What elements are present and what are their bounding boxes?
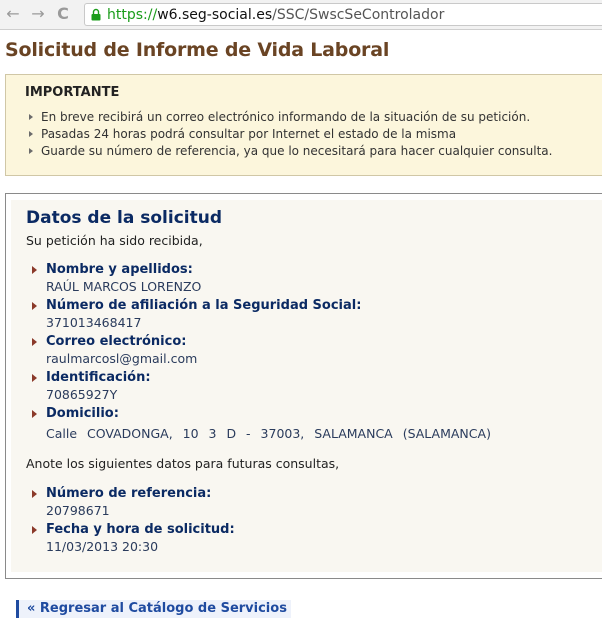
back-arrow-icon[interactable]: ←	[5, 6, 21, 22]
field-social-security-number: Número de afiliación a la Seguridad Soci…	[32, 298, 361, 331]
field-request-datetime: Fecha y hora de solicitud: 11/03/2013 20…	[32, 522, 235, 555]
field-name: Nombre y apellidos: RAÚL MARCOS LORENZO	[32, 262, 201, 295]
notice-item-text: Pasadas 24 horas podrá consultar por Int…	[41, 127, 457, 141]
bullet-icon	[29, 148, 33, 154]
arrow-bullet-icon	[32, 266, 37, 274]
bullet-icon	[29, 131, 33, 137]
field-label: Número de referencia:	[32, 486, 211, 502]
field-label: Correo electrónico:	[32, 334, 197, 350]
field-email: Correo electrónico: raulmarcosl@gmail.co…	[32, 334, 197, 367]
field-label-text: Identificación:	[46, 370, 151, 385]
field-value: 20798671	[46, 503, 110, 518]
request-note: Anote los siguientes datos para futuras …	[26, 456, 340, 471]
field-reference-number: Número de referencia: 20798671	[32, 486, 211, 519]
field-label: Domicilio:	[32, 406, 491, 422]
notice-item: Guarde su número de referencia, ya que l…	[29, 143, 552, 160]
lock-icon	[91, 8, 101, 21]
important-notice: IMPORTANTE En breve recibirá un correo e…	[5, 74, 602, 176]
field-label: Número de afiliación a la Seguridad Soci…	[32, 298, 361, 314]
notice-heading: IMPORTANTE	[25, 85, 120, 100]
field-label-text: Fecha y hora de solicitud:	[46, 522, 235, 537]
notice-item: Pasadas 24 horas podrá consultar por Int…	[29, 126, 552, 143]
field-label-text: Correo electrónico:	[46, 334, 187, 349]
notice-item: En breve recibirá un correo electrónico …	[29, 109, 552, 126]
notice-item-text: En breve recibirá un correo electrónico …	[41, 110, 531, 124]
arrow-bullet-icon	[32, 410, 37, 418]
field-label-text: Domicilio:	[46, 406, 119, 421]
request-panel: Datos de la solicitud Su petición ha sid…	[5, 193, 602, 579]
field-label: Identificación:	[32, 370, 151, 386]
field-value: 70865927Y	[46, 387, 118, 402]
browser-toolbar: ← → C https://w6.seg-social.es/SSC/SwscS…	[0, 0, 602, 30]
field-label-text: Nombre y apellidos:	[46, 262, 193, 277]
field-label-text: Número de afiliación a la Seguridad Soci…	[46, 298, 362, 313]
notice-list: En breve recibirá un correo electrónico …	[29, 109, 552, 160]
field-value: RAÚL MARCOS LORENZO	[46, 279, 202, 294]
request-heading: Datos de la solicitud	[26, 208, 223, 228]
field-value: raulmarcosl@gmail.com	[46, 351, 198, 366]
field-value: 11/03/2013 20:30	[46, 539, 159, 554]
address-bar[interactable]: https://w6.seg-social.es/SSC/SwscSeContr…	[84, 3, 602, 26]
field-value: 371013468417	[46, 315, 142, 330]
arrow-bullet-icon	[32, 338, 37, 346]
arrow-bullet-icon	[32, 374, 37, 382]
arrow-bullet-icon	[32, 490, 37, 498]
url-text: https://w6.seg-social.es/SSC/SwscSeContr…	[107, 6, 444, 24]
request-intro: Su petición ha sido recibida,	[26, 233, 203, 248]
forward-arrow-icon[interactable]: →	[30, 6, 46, 22]
bullet-icon	[29, 114, 33, 120]
field-address: Domicilio: Calle COVADONGA, 10 3 D - 370…	[32, 406, 491, 442]
page-title: Solicitud de Informe de Vida Laboral	[5, 39, 390, 61]
reload-icon[interactable]: C	[55, 6, 71, 22]
field-label: Nombre y apellidos:	[32, 262, 201, 278]
url-scheme: https://	[107, 7, 158, 23]
notice-item-text: Guarde su número de referencia, ya que l…	[41, 144, 553, 158]
field-label-text: Número de referencia:	[46, 486, 212, 501]
arrow-bullet-icon	[32, 526, 37, 534]
url-host: w6.seg-social.es	[157, 7, 273, 23]
arrow-bullet-icon	[32, 302, 37, 310]
field-value: Calle COVADONGA, 10 3 D - 37003, SALAMAN…	[46, 426, 491, 441]
url-path: /SSC/SwscSeControlador	[272, 7, 445, 23]
field-identification: Identificación: 70865927Y	[32, 370, 151, 403]
back-to-catalog-link[interactable]: « Regresar al Catálogo de Servicios	[16, 600, 291, 618]
field-label: Fecha y hora de solicitud:	[32, 522, 235, 538]
